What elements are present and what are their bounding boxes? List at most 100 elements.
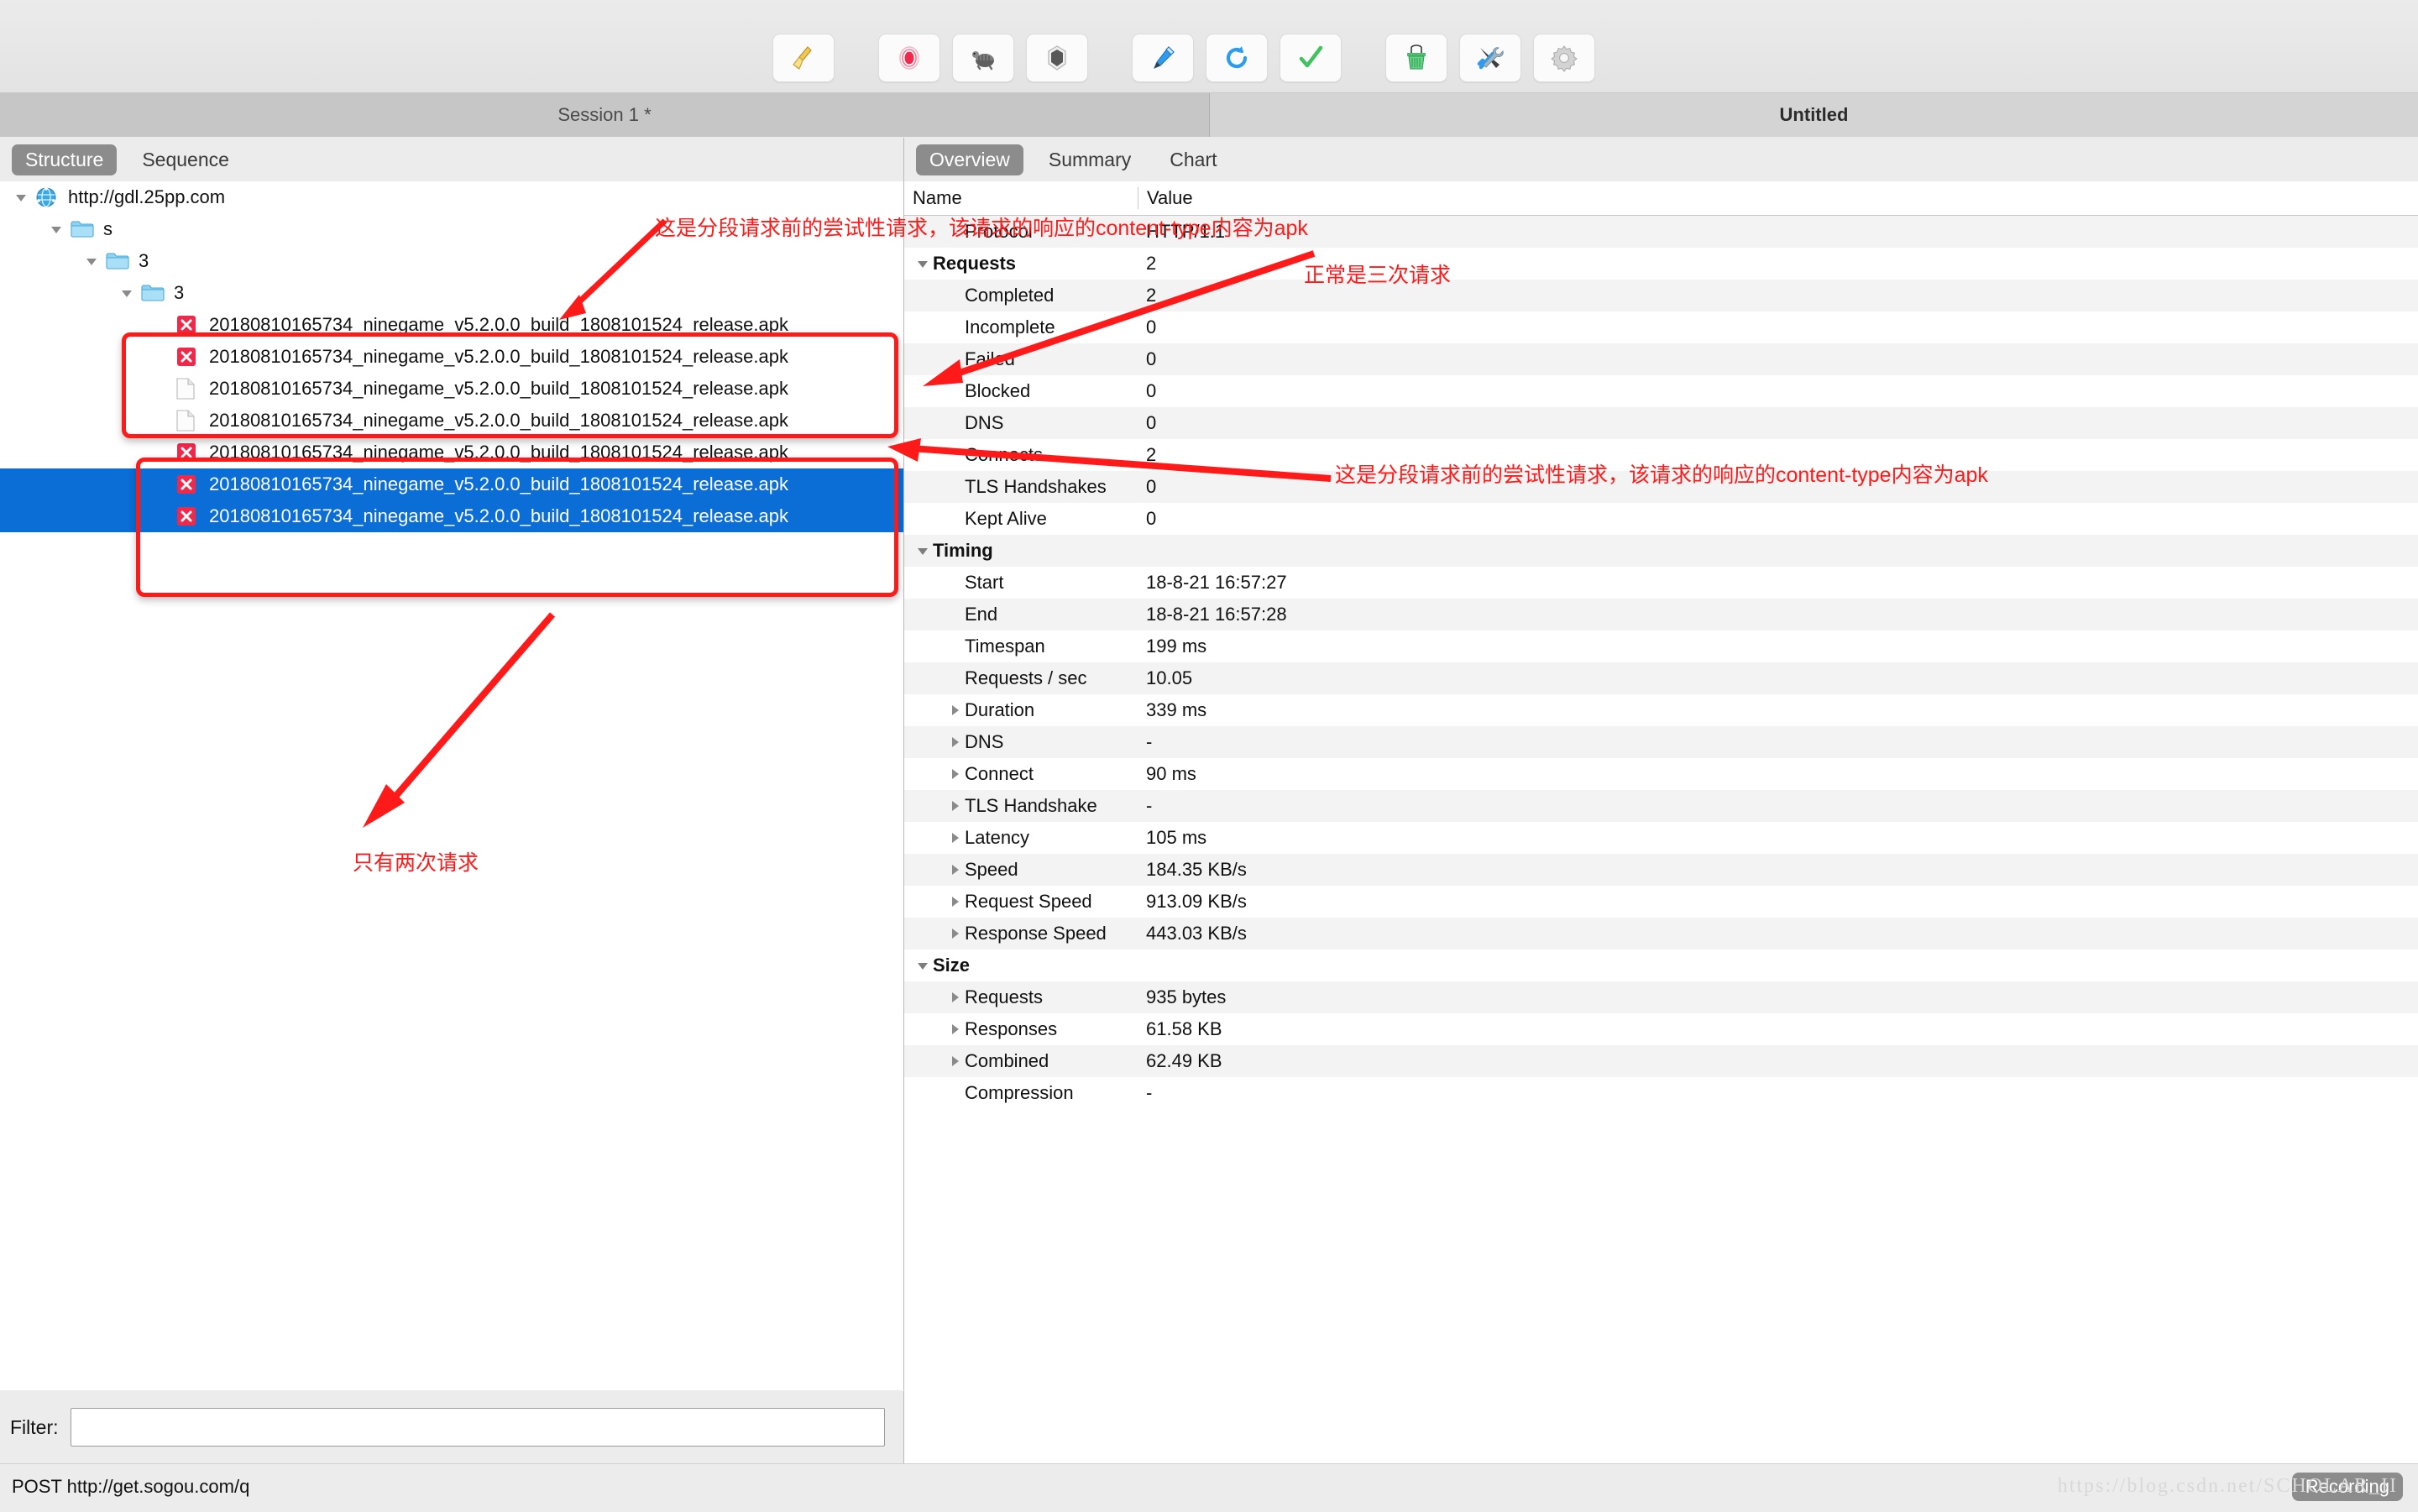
- tab-summary[interactable]: Summary: [1035, 144, 1144, 175]
- chevron-down-icon[interactable]: [913, 955, 933, 976]
- detail-row[interactable]: Incomplete 0: [904, 311, 2418, 343]
- detail-row[interactable]: DNS 0: [904, 407, 2418, 439]
- tab-chart[interactable]: Chart: [1156, 144, 1230, 175]
- record-button[interactable]: [878, 34, 940, 82]
- twisty-placeholder: [153, 411, 171, 430]
- breakpoints-button[interactable]: [1026, 34, 1088, 82]
- tree-node-request[interactable]: 20180810165734_ninegame_v5.2.0.0_build_1…: [0, 500, 903, 532]
- tree-node-folder[interactable]: 3: [0, 245, 903, 277]
- chevron-right-icon[interactable]: [945, 892, 965, 912]
- chevron-down-icon[interactable]: [913, 541, 933, 561]
- chevron-down-icon[interactable]: [12, 188, 30, 207]
- tree-node-label: 20180810165734_ninegame_v5.2.0.0_build_1…: [209, 442, 788, 463]
- chevron-right-icon[interactable]: [945, 732, 965, 752]
- detail-row[interactable]: TLS Handshake -: [904, 790, 2418, 822]
- detail-group-row[interactable]: Timing: [904, 535, 2418, 567]
- chevron-right-icon[interactable]: [945, 860, 965, 880]
- tab-overview[interactable]: Overview: [916, 144, 1023, 175]
- tools-button[interactable]: [1459, 34, 1521, 82]
- validate-button[interactable]: [1280, 34, 1342, 82]
- detail-row[interactable]: Connect 90 ms: [904, 758, 2418, 790]
- detail-row-name: Incomplete: [965, 317, 1055, 337]
- detail-row[interactable]: Start 18-8-21 16:57:27: [904, 567, 2418, 599]
- detail-row[interactable]: Blocked 0: [904, 375, 2418, 407]
- chevron-right-icon[interactable]: [945, 1051, 965, 1071]
- chevron-right-icon[interactable]: [945, 764, 965, 784]
- chevron-right-icon[interactable]: [945, 700, 965, 720]
- session-tree-pane[interactable]: http://gdl.25pp.com s 3 3 20180810165734_nin…: [0, 181, 904, 1390]
- tree-node-label: 3: [174, 282, 185, 303]
- detail-row-name: TLS Handshakes: [965, 476, 1107, 497]
- checkmark-icon: [1296, 44, 1325, 72]
- globe-icon: [35, 186, 60, 208]
- detail-row-name: Latency: [965, 827, 1030, 848]
- detail-row-name: Speed: [965, 859, 1018, 880]
- tree-node-label: http://gdl.25pp.com: [68, 186, 226, 207]
- twisty-placeholder: [153, 443, 171, 462]
- tree-node-label: s: [103, 218, 113, 239]
- detail-group-row[interactable]: Requests 2: [904, 248, 2418, 280]
- overview-detail-pane[interactable]: Name Value Protocol HTTP/1.1 Requests 2 Comp…: [904, 181, 2418, 1463]
- detail-row[interactable]: Responses 61.58 KB: [904, 1013, 2418, 1045]
- detail-row[interactable]: Response Speed 443.03 KB/s: [904, 918, 2418, 950]
- detail-row[interactable]: Combined 62.49 KB: [904, 1045, 2418, 1077]
- chevron-down-icon[interactable]: [47, 220, 65, 238]
- detail-row-name: Completed: [965, 285, 1055, 306]
- detail-row[interactable]: Duration 339 ms: [904, 694, 2418, 726]
- session-title-right: Untitled: [1210, 93, 2418, 137]
- compose-button[interactable]: [1132, 34, 1194, 82]
- clear-session-button[interactable]: [772, 34, 835, 82]
- detail-row-value: 0: [1146, 348, 1157, 369]
- detail-row[interactable]: Kept Alive 0: [904, 503, 2418, 535]
- tree-node-request[interactable]: 20180810165734_ninegame_v5.2.0.0_build_1…: [0, 341, 903, 373]
- filter-input[interactable]: [70, 1408, 885, 1447]
- clear-button[interactable]: [1385, 34, 1447, 82]
- annotation-text-4: 只有两次请求: [353, 851, 479, 875]
- detail-row[interactable]: DNS -: [904, 726, 2418, 758]
- chevron-right-icon[interactable]: [945, 923, 965, 944]
- tree-node-request[interactable]: 20180810165734_ninegame_v5.2.0.0_build_1…: [0, 405, 903, 437]
- tree-node-request[interactable]: 20180810165734_ninegame_v5.2.0.0_build_1…: [0, 468, 903, 500]
- detail-row[interactable]: Completed 2: [904, 280, 2418, 311]
- chevron-right-icon[interactable]: [945, 828, 965, 848]
- tree-node-label: 20180810165734_ninegame_v5.2.0.0_build_1…: [209, 346, 788, 367]
- repeat-button[interactable]: [1206, 34, 1268, 82]
- annotation-text-1: 这是分段请求前的尝试性请求，该请求的响应的content-type内容为apk: [655, 217, 1308, 240]
- settings-button[interactable]: [1533, 34, 1595, 82]
- chevron-right-icon[interactable]: [945, 796, 965, 816]
- chevron-down-icon[interactable]: [82, 252, 101, 270]
- chevron-down-icon[interactable]: [118, 284, 136, 302]
- session-title-left: Session 1 *: [0, 93, 1210, 137]
- tree-node-folder[interactable]: 3: [0, 277, 903, 309]
- detail-row-name: Requests: [933, 253, 1017, 274]
- detail-row-name: Start: [965, 572, 1004, 593]
- detail-row[interactable]: End 18-8-21 16:57:28: [904, 599, 2418, 630]
- error-icon: [176, 442, 202, 463]
- tab-structure[interactable]: Structure: [12, 144, 118, 175]
- tree-node-request[interactable]: 20180810165734_ninegame_v5.2.0.0_build_1…: [0, 373, 903, 405]
- annotation-text-3: 这是分段请求前的尝试性请求，该请求的响应的content-type内容为apk: [1335, 463, 1988, 487]
- tree-node-label: 20180810165734_ninegame_v5.2.0.0_build_1…: [209, 314, 788, 335]
- detail-row[interactable]: Timespan 199 ms: [904, 630, 2418, 662]
- detail-row-value: 913.09 KB/s: [1146, 891, 1247, 912]
- session-title-bar: Session 1 * Untitled: [0, 93, 2418, 137]
- detail-row[interactable]: Compression -: [904, 1077, 2418, 1109]
- throttle-button[interactable]: [952, 34, 1014, 82]
- tab-sequence[interactable]: Sequence: [128, 144, 243, 175]
- detail-row[interactable]: Latency 105 ms: [904, 822, 2418, 854]
- chevron-down-icon[interactable]: [913, 254, 933, 274]
- detail-row[interactable]: Requests / sec 10.05: [904, 662, 2418, 694]
- tree-node-request[interactable]: 20180810165734_ninegame_v5.2.0.0_build_1…: [0, 437, 903, 468]
- annotation-text-2: 正常是三次请求: [1304, 264, 1452, 287]
- detail-row[interactable]: Request Speed 913.09 KB/s: [904, 886, 2418, 918]
- detail-group-row[interactable]: Size: [904, 950, 2418, 981]
- chevron-right-icon[interactable]: [945, 987, 965, 1007]
- tree-node-request[interactable]: 20180810165734_ninegame_v5.2.0.0_build_1…: [0, 309, 903, 341]
- detail-row[interactable]: Failed 0: [904, 343, 2418, 375]
- chevron-right-icon[interactable]: [945, 1019, 965, 1039]
- detail-row[interactable]: Requests 935 bytes: [904, 981, 2418, 1013]
- tree-node-folder[interactable]: http://gdl.25pp.com: [0, 181, 903, 213]
- detail-row-value: 90 ms: [1146, 763, 1196, 784]
- detail-row[interactable]: Speed 184.35 KB/s: [904, 854, 2418, 886]
- filter-bar: Filter:: [0, 1391, 904, 1463]
